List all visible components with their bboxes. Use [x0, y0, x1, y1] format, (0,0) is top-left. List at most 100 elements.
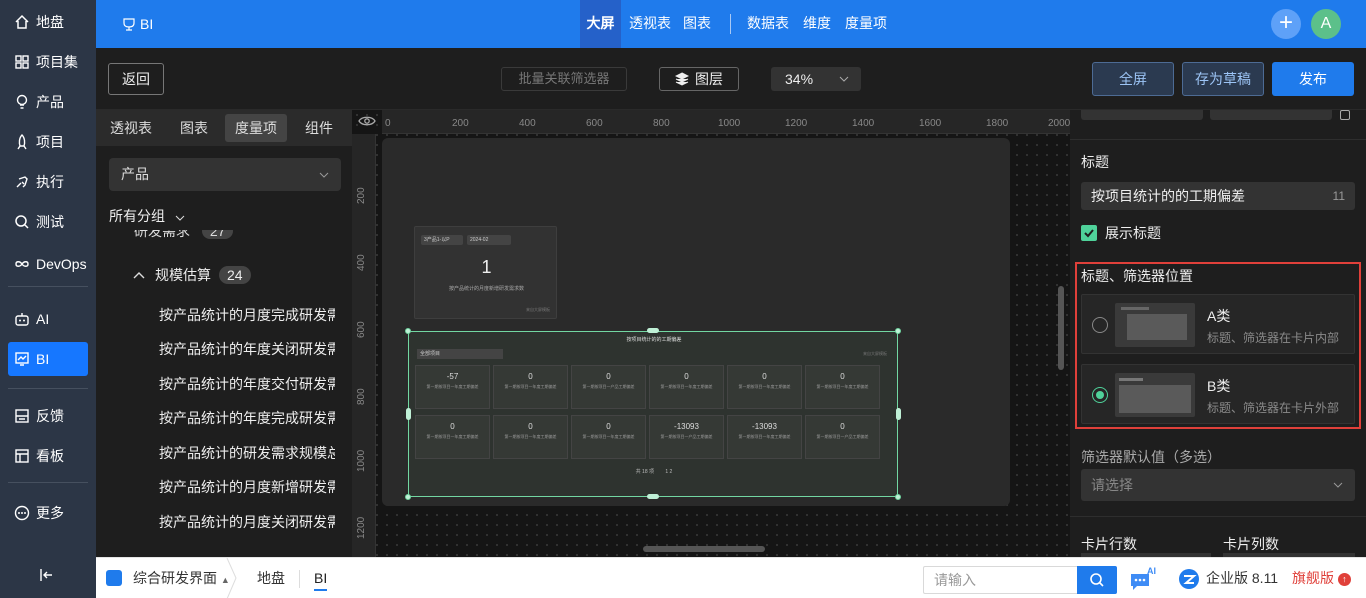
nav-item-kanban[interactable]: 看板 [8, 439, 88, 473]
kpi-tile[interactable]: 0 第一期按项目一年度工期偏差 [571, 415, 646, 459]
kpi-tile[interactable]: -13093 第一期按项目一产品工期偏差 [649, 415, 724, 459]
canvas-v-scrollbar[interactable] [1058, 286, 1064, 370]
tab-pivot[interactable]: 透视表 [626, 0, 674, 48]
tab-dimension[interactable]: 维度 [800, 0, 834, 48]
breadcrumb-bi[interactable]: BI [314, 558, 328, 591]
kpi-card-selected[interactable]: 按项目统计的的工期偏差 全部项目 来自大屏模板 -57 第一期按项目一年度工期偏差… [408, 331, 898, 497]
tab-metric[interactable]: 度量项 [842, 0, 890, 48]
nav-item-bi[interactable]: BI [8, 342, 88, 376]
card-pager[interactable]: 共 18 项 1 2 [409, 468, 899, 475]
resize-handle[interactable] [647, 494, 659, 499]
scope-select[interactable]: 产品 [109, 158, 341, 191]
publish-button[interactable]: 发布 [1272, 62, 1354, 96]
metric-item[interactable]: 按产品统计的年度完成研发需求规模数 [159, 408, 335, 428]
layers-button[interactable]: 图层 [659, 67, 739, 91]
collapse-icon[interactable] [40, 569, 54, 581]
kpi-tile[interactable]: -57 第一期按项目一年度工期偏差 [415, 365, 490, 409]
nav-item-more[interactable]: 更多 [8, 496, 88, 530]
radio-b[interactable] [1092, 387, 1108, 403]
tab-chart[interactable]: 图表 [680, 0, 714, 48]
workspace-switcher[interactable]: 综合研发界面 ▲ [133, 558, 230, 598]
prop-input-partial[interactable] [1210, 110, 1332, 120]
kpi-tile[interactable]: 0 第一期按项目一年度工期偏差 [805, 365, 880, 409]
resize-handle[interactable] [406, 408, 411, 420]
kpi-tile[interactable]: 0 第一期按项目一年度工期偏差 [493, 415, 568, 459]
back-button[interactable]: 返回 [108, 63, 164, 95]
pager-pages[interactable]: 1 2 [665, 469, 672, 475]
metric-item[interactable]: 按产品统计的月度新增研发需求规模数 [159, 477, 335, 497]
kpi-tile[interactable]: 0 第一期按项目一年度工期偏差 [727, 365, 802, 409]
search-button[interactable] [1077, 566, 1117, 594]
eye-icon[interactable] [358, 115, 376, 127]
filter-default-select[interactable]: 请选择 [1081, 469, 1355, 501]
zoom-select[interactable]: 34% [771, 67, 861, 91]
panel-tab-pivot[interactable]: 透视表 [102, 114, 160, 142]
nav-item-dashboard[interactable]: 地盘 [8, 5, 88, 39]
panel-tab-component[interactable]: 组件 [291, 114, 347, 142]
panel-tab-metric[interactable]: 度量项 [225, 114, 287, 142]
batch-filter-button[interactable]: 批量关联筛选器 [501, 67, 627, 91]
kpi-tile[interactable]: -13093 第一期按项目一年度工期偏差 [727, 415, 802, 459]
edition-label[interactable]: 企业版 8.11 [1206, 558, 1278, 598]
ai-chat-button[interactable]: AI [1129, 566, 1157, 590]
search-input[interactable]: 请输入 [923, 566, 1077, 594]
mini-filter[interactable]: 2024-02 [467, 235, 511, 245]
panel-tab-chart[interactable]: 图表 [166, 114, 222, 142]
kpi-tile[interactable]: 0 第一期按项目一年度工期偏差 [415, 415, 490, 459]
kpi-tile[interactable]: 0 第一期按项目一产品工期偏差 [805, 415, 880, 459]
tab-datatable[interactable]: 数据表 [744, 0, 792, 48]
metric-item[interactable]: 按产品统计的月度关闭研发需求规模数 [159, 512, 335, 532]
nav-item-test[interactable]: 测试 [8, 205, 88, 239]
avatar[interactable]: A [1311, 9, 1341, 39]
tab-bigscreen[interactable]: 大屏 [580, 0, 621, 48]
resize-handle[interactable] [895, 328, 901, 334]
nav-item-execution[interactable]: 执行 [8, 165, 88, 199]
nav-item-product[interactable]: 产品 [8, 85, 88, 119]
radio-a[interactable] [1092, 317, 1108, 333]
nav-item-devops[interactable]: DevOps [8, 247, 88, 281]
position-option-a[interactable]: A类 标题、筛选器在卡片内部 [1081, 294, 1355, 354]
metric-item[interactable]: 按产品统计的研发需求规模总数 [159, 443, 335, 463]
canvas-h-scrollbar[interactable] [643, 546, 765, 552]
fullscreen-button[interactable]: 全屏 [1092, 62, 1174, 96]
prop-input-partial[interactable] [1081, 110, 1203, 120]
card-source: 来自大屏模板 [526, 307, 550, 312]
metric-item[interactable]: 按产品统计的年度关闭研发需求规模数 [159, 339, 335, 359]
kpi-tile[interactable]: 0 第一期按项目一年度工期偏差 [649, 365, 724, 409]
partial-group-row[interactable]: 研发需求 27 [134, 230, 234, 242]
kpi-tile[interactable]: 0 第一期按项目一产品工期偏差 [571, 365, 646, 409]
nav-item-feedback[interactable]: 反馈 [8, 399, 88, 433]
resize-handle[interactable] [405, 328, 411, 334]
group-filter[interactable]: 所有分组 [109, 206, 185, 226]
ruler-tick: 600 [356, 321, 367, 338]
resize-handle[interactable] [895, 494, 901, 500]
subgroup-scale-estimate[interactable]: 规模估算 24 [133, 265, 251, 285]
breadcrumb-dashboard[interactable]: 地盘 [257, 558, 285, 598]
save-draft-button[interactable]: 存为草稿 [1182, 62, 1264, 96]
add-plus-icon[interactable]: + [1271, 9, 1301, 39]
prop-checkbox[interactable] [1340, 110, 1350, 120]
option-desc: 标题、筛选器在卡片内部 [1207, 331, 1340, 345]
divider [1070, 516, 1366, 517]
metric-item[interactable]: 按产品统计的年度交付研发需求规模数 [159, 374, 335, 394]
resize-handle[interactable] [896, 408, 901, 420]
flagship-link[interactable]: 旗舰版 ↑ [1292, 558, 1351, 598]
chart-icon [15, 352, 29, 366]
resize-handle[interactable] [647, 328, 659, 333]
nav-item-project[interactable]: 项目 [8, 125, 88, 159]
title-input[interactable]: 按项目统计的的工期偏差 11 [1081, 182, 1355, 210]
nav-label: BI [36, 351, 50, 367]
kpi-card-small[interactable]: 3产品1-以P 2024-02 1 按产品统计的月度新增研发需求数 来自大屏模板 [414, 226, 557, 319]
robot-icon [15, 313, 29, 326]
design-canvas[interactable]: 0 200 400 600 800 1000 1200 1400 1600 18… [352, 110, 1070, 557]
mini-filter[interactable]: 3产品1-以P [421, 235, 463, 245]
resize-handle[interactable] [405, 494, 411, 500]
position-option-b[interactable]: B类 标题、筛选器在卡片外部 [1081, 364, 1355, 424]
nav-item-program[interactable]: 项目集 [8, 45, 88, 79]
nav-item-ai[interactable]: AI [8, 302, 88, 336]
card-filter[interactable]: 全部项目 [417, 349, 503, 359]
bi-logo[interactable]: BI [122, 0, 153, 48]
metric-item[interactable]: 按产品统计的月度完成研发需求规模数 [159, 305, 335, 325]
kpi-tile[interactable]: 0 第一期按项目一年度工期偏差 [493, 365, 568, 409]
show-title-checkbox[interactable]: 展示标题 [1081, 223, 1161, 243]
